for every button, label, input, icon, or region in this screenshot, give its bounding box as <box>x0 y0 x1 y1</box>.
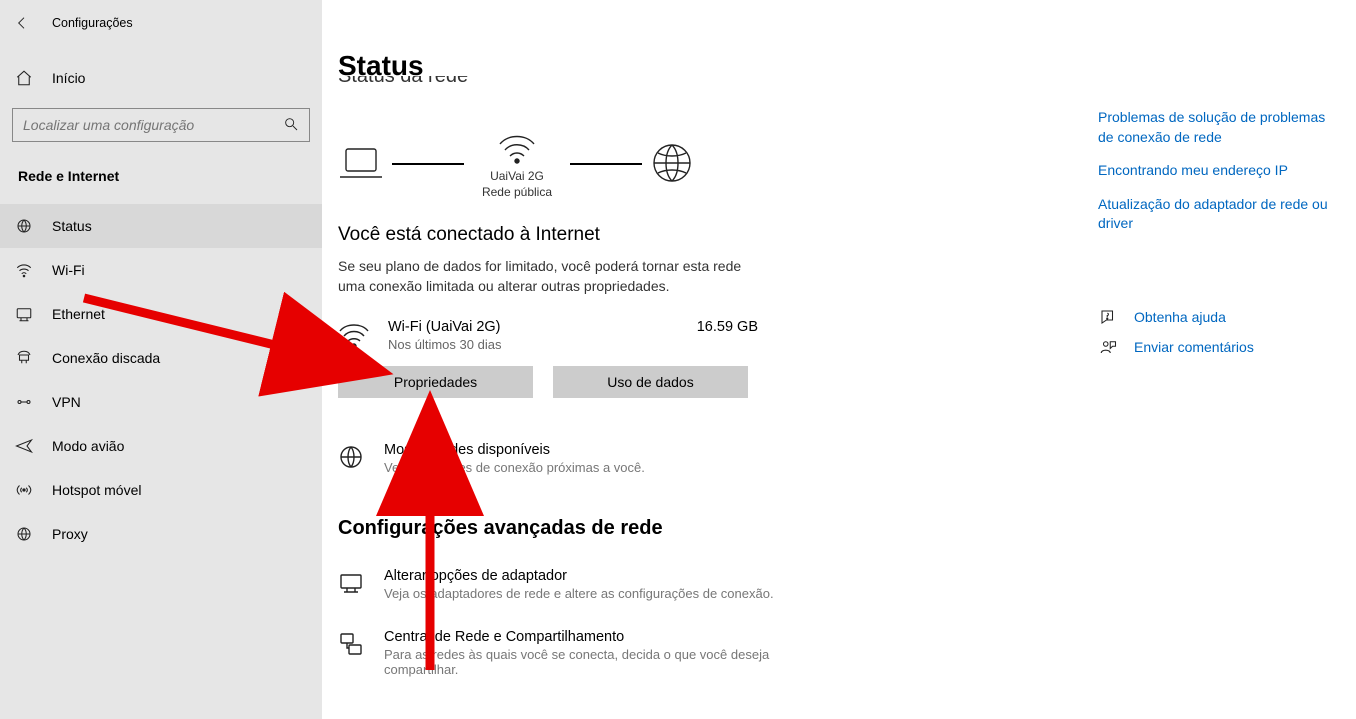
nav-status[interactable]: Status <box>0 204 322 248</box>
get-help[interactable]: Obtenha ajuda <box>1098 308 1338 326</box>
back-button[interactable] <box>10 11 34 35</box>
nav-label: Modo avião <box>52 438 124 454</box>
home-icon <box>14 68 34 88</box>
diagram-net-type: Rede pública <box>472 185 562 201</box>
right-pane: Problemas de solução de problemas de con… <box>1098 108 1338 356</box>
nav-airplane[interactable]: Modo avião <box>0 424 322 468</box>
search-box[interactable] <box>12 108 310 142</box>
app-title: Configurações <box>52 16 133 30</box>
nav-wifi[interactable]: Wi-Fi <box>0 248 322 292</box>
nav-dialup[interactable]: Conexão discada <box>0 336 322 380</box>
section-label: Rede e Internet <box>0 162 322 204</box>
dialup-icon <box>14 348 34 368</box>
nav-label: Status <box>52 218 92 234</box>
option-desc: Veja as opções de conexão próximas a voc… <box>384 460 645 475</box>
data-usage-button[interactable]: Uso de dados <box>553 366 748 398</box>
nav-label: VPN <box>52 394 81 410</box>
hotspot-icon <box>14 480 34 500</box>
wifi-icon <box>338 319 372 354</box>
nav-hotspot[interactable]: Hotspot móvel <box>0 468 322 512</box>
diagram-line <box>392 163 464 165</box>
diagram-line <box>570 163 642 165</box>
help-link-ip[interactable]: Encontrando meu endereço IP <box>1098 161 1338 181</box>
adapter-options[interactable]: Alterar opções de adaptador Veja os adap… <box>338 568 1356 601</box>
help-icon <box>1098 308 1118 326</box>
home-label: Início <box>52 70 85 86</box>
button-label: Uso de dados <box>607 374 693 390</box>
proxy-icon <box>14 524 34 544</box>
diagram-net-name: UaiVai 2G <box>472 169 562 185</box>
laptop-icon <box>338 143 384 186</box>
network-status-heading: Status da rede <box>338 76 1356 90</box>
feedback-icon <box>1098 338 1118 356</box>
globe-icon <box>338 442 366 473</box>
adapter-icon <box>338 568 366 599</box>
connected-desc: Se seu plano de dados for limitado, você… <box>338 256 758 297</box>
properties-button[interactable]: Propriedades <box>338 366 533 398</box>
nav-label: Conexão discada <box>52 350 160 366</box>
airplane-icon <box>14 436 34 456</box>
sharing-icon <box>338 629 366 660</box>
option-desc: Veja os adaptadores de rede e altere as … <box>384 586 774 601</box>
wifi-icon <box>14 260 34 280</box>
advanced-heading: Configurações avançadas de rede <box>338 517 1356 540</box>
nav-label: Ethernet <box>52 306 105 322</box>
show-networks-option[interactable]: Mostrar redes disponíveis Veja as opções… <box>338 442 1356 475</box>
help-link-troubleshoot[interactable]: Problemas de solução de problemas de con… <box>1098 108 1338 147</box>
network-name: Wi-Fi (UaiVai 2G) <box>388 319 681 335</box>
help-label: Obtenha ajuda <box>1134 309 1226 325</box>
nav-label: Hotspot móvel <box>52 482 141 498</box>
network-usage: 16.59 GB <box>697 319 758 335</box>
option-title: Alterar opções de adaptador <box>384 568 774 584</box>
network-time: Nos últimos 30 dias <box>388 337 681 352</box>
nav-label: Wi-Fi <box>52 262 85 278</box>
vpn-icon <box>14 392 34 412</box>
search-icon <box>283 116 299 135</box>
wifi-diagram-icon <box>496 128 538 169</box>
feedback-label: Enviar comentários <box>1134 339 1254 355</box>
send-feedback[interactable]: Enviar comentários <box>1098 338 1338 356</box>
network-block: Wi-Fi (UaiVai 2G) Nos últimos 30 dias 16… <box>338 319 758 354</box>
option-title: Central de Rede e Compartilhamento <box>384 629 814 645</box>
nav-vpn[interactable]: VPN <box>0 380 322 424</box>
search-input[interactable] <box>23 117 283 133</box>
ethernet-icon <box>14 304 34 324</box>
option-desc: Para as redes às quais você se conecta, … <box>384 647 814 677</box>
help-link-driver[interactable]: Atualização do adaptador de rede ou driv… <box>1098 195 1338 234</box>
nav-ethernet[interactable]: Ethernet <box>0 292 322 336</box>
nav-label: Proxy <box>52 526 88 542</box>
sidebar-header: Configurações <box>0 6 322 40</box>
home-button[interactable]: Início <box>0 58 322 98</box>
nav-proxy[interactable]: Proxy <box>0 512 322 556</box>
globe-icon <box>650 141 694 188</box>
status-icon <box>14 216 34 236</box>
sidebar: Configurações Início Rede e Internet Sta… <box>0 0 322 719</box>
sharing-center[interactable]: Central de Rede e Compartilhamento Para … <box>338 629 1356 677</box>
option-title: Mostrar redes disponíveis <box>384 442 645 458</box>
button-label: Propriedades <box>394 374 477 390</box>
page-title: Status <box>338 0 1356 82</box>
